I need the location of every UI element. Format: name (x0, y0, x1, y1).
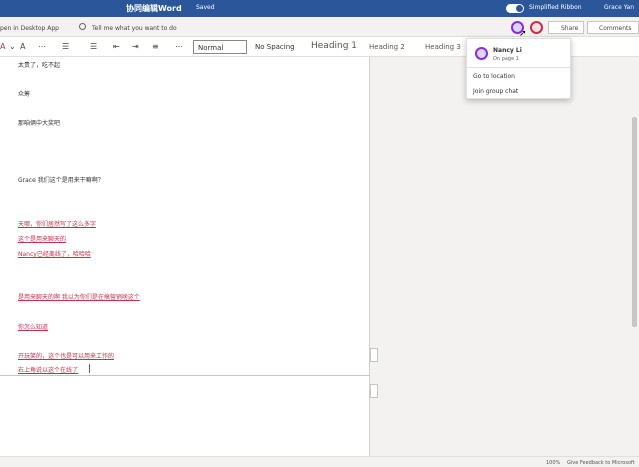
divider (467, 67, 572, 68)
increase-indent-icon[interactable]: ⇥ (132, 42, 139, 51)
title-bar: 协同编辑Word Saved Simplified Ribbon Grace Y… (0, 0, 639, 17)
ribbon-top: pen in Desktop App Tell me what you want… (0, 17, 639, 37)
doc-line: 开玩笑的，这个也是可以用来工作的 (18, 353, 115, 360)
doc-line: Nancy已经离线了，哈哈哈 (18, 251, 91, 258)
doc-line: 天哪，你们居然写了这么多字 (18, 221, 97, 228)
toggle-knob (516, 5, 523, 12)
zoom-level[interactable]: 100% (546, 460, 560, 466)
vertical-scrollbar[interactable] (632, 117, 637, 327)
lightbulb-icon (79, 23, 86, 30)
style-normal[interactable]: Normal (193, 40, 247, 54)
coauthor-avatar-grace[interactable] (530, 21, 543, 34)
simplified-ribbon-toggle[interactable] (506, 4, 524, 13)
doc-line: 众筹 (18, 91, 31, 98)
doc-line: 右上角说以这个在线了 (18, 367, 79, 374)
page-break (0, 375, 370, 376)
doc-line: Grace 我们这个是用来干嘛啊？ (18, 177, 104, 184)
doc-line: 是用来聊天的啊 我以为你们是在搞营销啥这个 (18, 294, 140, 301)
numbering-icon[interactable]: ☰ (90, 42, 97, 51)
align-icon[interactable]: ≡ (152, 42, 159, 51)
saved-status: Saved (196, 4, 215, 11)
coauthor-cursor (89, 364, 90, 373)
margin-marker[interactable] (370, 384, 378, 398)
mouse-pointer-icon: ➚ (519, 29, 527, 39)
comments-button[interactable]: Comments (587, 21, 639, 34)
doc-line: 那咱俩中大奖吧 (18, 120, 61, 127)
comments-label: Comments (599, 25, 632, 32)
decrease-indent-icon[interactable]: ⇤ (113, 42, 120, 51)
join-group-chat-link[interactable]: Join group chat (473, 88, 518, 95)
coauthor-popup: Nancy Li On page 1 Go to location Join g… (466, 38, 572, 99)
document-title[interactable]: 协同编辑Word (126, 3, 182, 14)
feedback-link[interactable]: Give Feedback to Microsoft (567, 460, 635, 466)
margin-marker[interactable] (370, 348, 378, 362)
share-button[interactable]: Share (548, 21, 584, 34)
coauthor-location: On page 1 (493, 56, 519, 62)
coauthor-name: Nancy Li (493, 47, 522, 54)
document-area: 太贵了，吃不起 众筹 那咱俩中大奖吧 Grace 我们这个是用来干嘛啊？ 天哪，… (0, 57, 639, 456)
share-label: Share (561, 25, 579, 32)
doc-line: 太贵了，吃不起 (18, 62, 61, 69)
status-bar: 100% Give Feedback to Microsoft (0, 456, 639, 467)
document-page[interactable]: 太贵了，吃不起 众筹 那咱俩中大奖吧 Grace 我们这个是用来干嘛啊？ 天哪，… (0, 57, 370, 456)
dropdown-icon[interactable]: ⌄ (9, 42, 16, 51)
style-heading-2[interactable]: Heading 2 (365, 40, 415, 54)
go-to-location-link[interactable]: Go to location (473, 73, 515, 80)
doc-line: 这个是用来聊天的 (18, 236, 67, 243)
tell-me-search[interactable]: Tell me what you want to do (92, 25, 177, 32)
bullets-icon[interactable]: ☰ (62, 42, 69, 51)
style-heading-1[interactable]: Heading 1 (307, 40, 365, 54)
style-no-spacing[interactable]: No Spacing (251, 40, 305, 54)
avatar (475, 47, 488, 60)
more-icon[interactable]: ⋯ (38, 42, 46, 51)
doc-line: 你怎么知道 (18, 324, 49, 331)
style-heading-3[interactable]: Heading 3 (421, 40, 465, 54)
font-color-icon[interactable]: A (0, 42, 5, 51)
simplified-ribbon-label: Simplified Ribbon (529, 4, 582, 11)
open-desktop-app-link[interactable]: pen in Desktop App (0, 25, 59, 32)
highlight-icon[interactable]: A (20, 42, 25, 51)
user-name[interactable]: Grace Yan (604, 4, 634, 11)
more-paragraph-icon[interactable]: ⋯ (175, 42, 183, 51)
